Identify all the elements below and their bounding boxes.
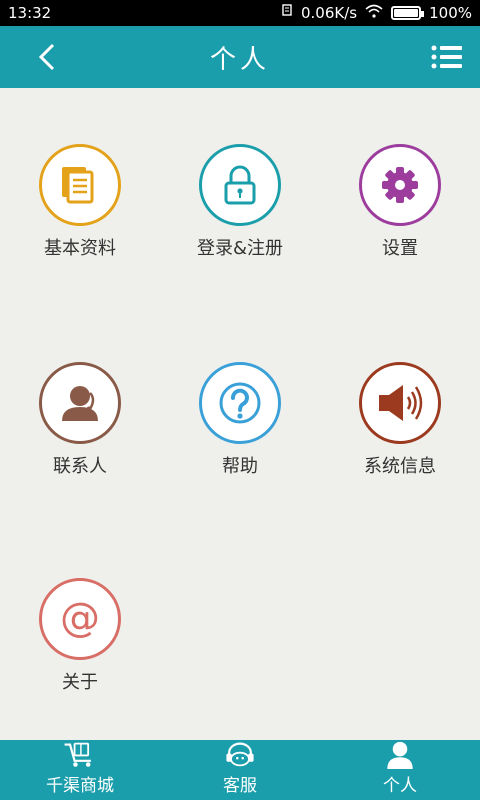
headset-icon [226, 742, 254, 767]
tile-label: 联系人 [53, 456, 107, 477]
nav-item-personal[interactable]: 个人 [320, 740, 480, 800]
lock-icon [224, 165, 256, 205]
basic-info-badge [39, 144, 121, 226]
document-stack-icon [62, 167, 94, 204]
tile-label: 登录&注册 [196, 238, 284, 259]
tile-label: 设置 [382, 238, 418, 259]
contact-person-icon [62, 386, 98, 421]
person-icon [387, 741, 413, 769]
tile-contacts[interactable]: 联系人 [0, 362, 160, 502]
tile-basic-info[interactable]: 基本资料 [0, 144, 160, 284]
battery-icon [391, 6, 425, 20]
tile-login-register[interactable]: 登录&注册 [160, 144, 320, 284]
settings-badge [359, 144, 441, 226]
status-time: 13:32 [8, 4, 52, 22]
page-title: 个人 [209, 44, 270, 75]
app-header: 个人 [0, 26, 480, 88]
nav-item-shop[interactable]: 千渠商城 [0, 740, 160, 800]
bottom-nav: 千渠商城 客服 个人 [0, 740, 480, 800]
profile-menu-grid: 基本资料 登录&注册 设置 联系人 帮助 系统信息 @ 关于 [0, 88, 480, 740]
cart-icon [64, 742, 91, 767]
tile-label: 基本资料 [44, 238, 116, 259]
tile-label: 系统信息 [364, 456, 436, 477]
contacts-badge [39, 362, 121, 444]
tile-system-info[interactable]: 系统信息 [320, 362, 480, 502]
battery-level: 100% [429, 4, 472, 22]
speaker-icon [379, 385, 423, 421]
tile-about[interactable]: @ 关于 [0, 578, 160, 718]
nav-label: 客服 [223, 776, 257, 796]
tile-help[interactable]: 帮助 [160, 362, 320, 502]
status-indicators: 0.06K/s 100% [281, 4, 472, 22]
nav-label: 千渠商城 [46, 776, 114, 796]
wifi-icon [365, 4, 383, 22]
help-badge [199, 362, 281, 444]
nav-label: 个人 [383, 776, 417, 796]
list-menu-icon [431, 45, 462, 69]
tile-label: 帮助 [222, 456, 258, 477]
tile-label: 关于 [62, 672, 98, 693]
chevron-left-icon [38, 43, 55, 71]
gear-icon [382, 167, 418, 203]
svg-text:@: @ [60, 595, 100, 641]
notification-icon [281, 4, 293, 22]
at-sign-icon: @ [60, 595, 100, 641]
login-badge [199, 144, 281, 226]
menu-button[interactable] [430, 42, 464, 72]
about-badge: @ [39, 578, 121, 660]
help-question-icon [219, 382, 261, 424]
tile-settings[interactable]: 设置 [320, 144, 480, 284]
network-speed: 0.06K/s [301, 4, 358, 22]
status-bar: 13:32 0.06K/s 100% [0, 0, 480, 26]
nav-item-customer-service[interactable]: 客服 [160, 740, 320, 800]
back-button[interactable] [30, 40, 64, 74]
system-info-badge [359, 362, 441, 444]
